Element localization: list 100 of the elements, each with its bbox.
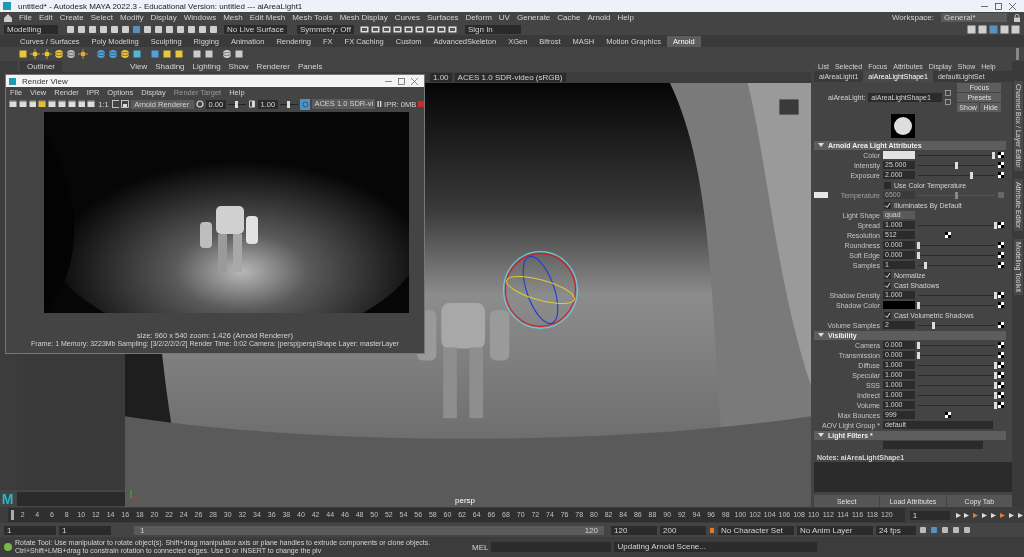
slider-thumb[interactable] [931,321,935,329]
current-frame-field[interactable]: 1 [909,510,950,520]
outliner-tab[interactable]: Outliner [20,61,62,72]
globe-icon[interactable] [54,49,64,59]
current-frame-marker[interactable] [11,510,14,520]
menu-item[interactable]: Edit [38,13,53,22]
expand-icon[interactable] [818,332,824,338]
menu-item[interactable]: Shading [155,62,185,71]
output-icon[interactable] [945,98,952,105]
checkbox[interactable] [884,271,891,279]
sphere-icon[interactable] [96,49,106,59]
mode-dropdown[interactable]: Modelling [4,24,58,34]
menu-item[interactable]: Mesh Display [339,13,388,22]
notes-field[interactable] [814,462,1012,492]
color-space-dropdown[interactable]: ACES 1.0 SDR-video (sRGB) [454,73,566,82]
menu-item[interactable]: Deform [465,13,492,22]
menu-item[interactable]: Select [90,13,113,22]
menu-item[interactable]: Curves [394,13,420,22]
playback-end-field[interactable]: 120 [611,525,657,535]
lock-icon[interactable] [1014,13,1020,22]
expand-icon[interactable] [818,142,824,148]
language-toggle[interactable]: MEL [472,542,489,552]
start-field[interactable]: 1 [4,525,56,535]
anim-layer-dropdown[interactable]: No Anim Layer [797,525,873,535]
status-field: Updating Arnold Scene... [614,542,818,552]
menu-item[interactable]: Mesh Tools [292,13,333,22]
key-icon[interactable] [709,526,715,534]
slider-thumb[interactable] [993,371,997,379]
color-swatch[interactable] [883,151,915,159]
live-surface-field[interactable]: No Live Surface [224,24,287,34]
close-icon[interactable] [411,77,418,85]
slider-thumb[interactable] [970,171,974,179]
menu-item[interactable]: View [130,62,148,71]
menu-item[interactable]: Windows [183,13,217,22]
menu-item[interactable]: Mesh [223,13,243,22]
checker-icon[interactable] [998,322,1004,328]
slider-thumb[interactable] [924,261,928,269]
menu-item[interactable]: Arnold [587,13,611,22]
end-field[interactable]: 200 [660,525,706,535]
script-field[interactable] [17,491,125,506]
slider-thumb[interactable] [993,221,997,229]
slider-thumb[interactable] [993,291,997,299]
app-icon [9,77,16,85]
menu-item[interactable]: Edit Mesh [249,13,286,22]
sphere-icon[interactable] [108,49,118,59]
playback-start-field[interactable]: 1 [59,525,111,535]
window-title: untitled* - Autodesk MAYA 2022.3 - Educational Version: untitled --- aiAreaLight1 [18,1,303,11]
checkbox[interactable] [884,181,891,189]
sphere-icon[interactable] [66,49,76,59]
menu-item[interactable]: File [19,13,32,22]
checkbox[interactable] [884,281,891,289]
restore-icon[interactable] [995,2,1002,10]
menu-item[interactable]: Display [150,13,177,22]
slider-thumb[interactable] [993,361,997,369]
slider-thumb[interactable] [993,391,997,399]
slider-thumb[interactable] [916,301,920,309]
checker-icon[interactable] [998,222,1004,228]
menu-item[interactable]: Generate [516,13,551,22]
menu-item[interactable]: Panels [297,62,323,71]
menu-item[interactable]: Show [228,62,249,71]
gamma-field[interactable]: 1.00 [430,73,452,82]
close-icon[interactable] [1009,2,1016,10]
logo: M [0,490,15,507]
character-set-dropdown[interactable]: No Character Set [718,525,794,535]
menu-item[interactable]: UV [498,13,510,22]
fps-dropdown[interactable]: 24 fps [876,525,916,535]
menu-item[interactable]: Cache [557,13,581,22]
home-icon[interactable] [4,13,12,22]
menu-item[interactable]: Surfaces [427,13,459,22]
menu-item[interactable]: Create [59,13,84,22]
region-icon[interactable] [111,100,120,108]
scroll-icon[interactable] [1015,48,1020,60]
slider-thumb[interactable] [916,241,920,249]
help-icon[interactable] [4,543,12,551]
slider-thumb[interactable] [991,151,995,159]
menu-item[interactable]: Renderer [256,62,290,71]
workspace-dropdown[interactable]: General* [941,13,1007,22]
slider-thumb[interactable] [916,341,920,349]
symmetry-dropdown[interactable]: Symmetry: Off [296,24,354,34]
checkbox[interactable] [884,311,891,319]
slider-thumb[interactable] [993,381,997,389]
checkbox[interactable] [884,201,891,209]
slider-thumb[interactable] [955,161,958,169]
color-swatch[interactable] [814,191,828,198]
color-swatch[interactable] [883,301,915,309]
slider-thumb[interactable] [993,401,997,409]
slider-thumb[interactable] [916,251,920,259]
slider-thumb[interactable] [916,351,920,359]
menu-item[interactable]: Help [617,13,634,22]
input-icon[interactable] [945,89,952,96]
expand-icon[interactable] [818,432,824,438]
checker-icon[interactable] [945,412,951,418]
window-title: Render View [22,76,68,86]
maximize-icon[interactable] [398,77,405,85]
checker-icon [998,192,1004,198]
sign-in-dropdown[interactable]: Sign In [464,24,521,34]
workspace-label: Workspace: [891,13,934,22]
menu-item[interactable]: Modify [119,13,144,22]
menu-item[interactable]: Lighting [192,62,221,71]
checker-icon[interactable] [945,232,951,238]
